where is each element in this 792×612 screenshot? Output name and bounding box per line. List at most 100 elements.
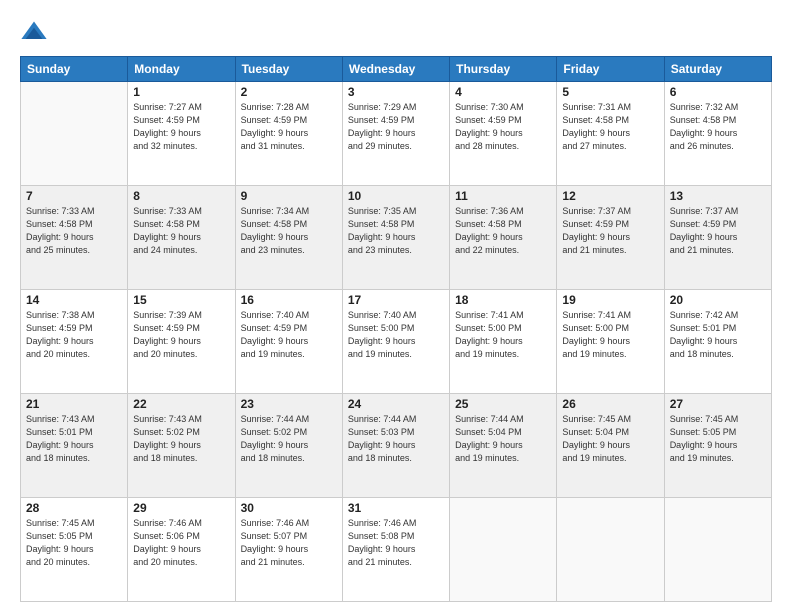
calendar-cell: 18 Sunrise: 7:41 AM Sunset: 5:00 PM Dayli… [450,290,557,394]
day-number: 27 [670,397,766,411]
calendar-cell: 5Sunrise: 7:31 AM Sunset: 4:58 PM Daylig… [557,82,664,186]
calendar-cell [450,498,557,602]
day-info: Sunrise: 7:35 AM Sunset: 4:58 PM Dayligh… [348,205,444,257]
header [20,18,772,46]
day-number: 2 [241,85,337,99]
day-number: 17 [348,293,444,307]
day-number: 8 [133,189,229,203]
day-info: Sunrise: 7:33 AM Sunset: 4:58 PM Dayligh… [26,205,122,257]
day-info: Sunrise: 7:43 AM Sunset: 5:02 PM Dayligh… [133,413,229,465]
page: SundayMondayTuesdayWednesdayThursdayFrid… [0,0,792,612]
calendar-cell: 2Sunrise: 7:28 AM Sunset: 4:59 PM Daylig… [235,82,342,186]
calendar-cell: 13 Sunrise: 7:37 AM Sunset: 4:59 PM Dayli… [664,186,771,290]
day-info: Sunrise: 7:41 AM Sunset: 5:00 PM Dayligh… [562,309,658,361]
calendar-cell: 31 Sunrise: 7:46 AM Sunset: 5:08 PM Dayli… [342,498,449,602]
day-number: 10 [348,189,444,203]
day-number: 11 [455,189,551,203]
day-info: Sunrise: 7:33 AM Sunset: 4:58 PM Dayligh… [133,205,229,257]
day-number: 14 [26,293,122,307]
day-number: 6 [670,85,766,99]
week-row-2: 7Sunrise: 7:33 AM Sunset: 4:58 PM Daylig… [21,186,772,290]
calendar-cell: 26 Sunrise: 7:45 AM Sunset: 5:04 PM Dayli… [557,394,664,498]
day-info: Sunrise: 7:45 AM Sunset: 5:04 PM Dayligh… [562,413,658,465]
day-number: 29 [133,501,229,515]
day-info: Sunrise: 7:44 AM Sunset: 5:03 PM Dayligh… [348,413,444,465]
day-number: 25 [455,397,551,411]
calendar-cell: 25 Sunrise: 7:44 AM Sunset: 5:04 PM Dayli… [450,394,557,498]
day-number: 13 [670,189,766,203]
calendar-table: SundayMondayTuesdayWednesdayThursdayFrid… [20,56,772,602]
day-number: 26 [562,397,658,411]
day-info: Sunrise: 7:43 AM Sunset: 5:01 PM Dayligh… [26,413,122,465]
week-row-5: 28 Sunrise: 7:45 AM Sunset: 5:05 PM Dayli… [21,498,772,602]
calendar-cell [21,82,128,186]
weekday-header-row: SundayMondayTuesdayWednesdayThursdayFrid… [21,57,772,82]
day-info: Sunrise: 7:45 AM Sunset: 5:05 PM Dayligh… [670,413,766,465]
weekday-header-thursday: Thursday [450,57,557,82]
calendar-cell [557,498,664,602]
calendar-cell: 19 Sunrise: 7:41 AM Sunset: 5:00 PM Dayli… [557,290,664,394]
calendar-cell: 27 Sunrise: 7:45 AM Sunset: 5:05 PM Dayli… [664,394,771,498]
day-number: 4 [455,85,551,99]
day-info: Sunrise: 7:34 AM Sunset: 4:58 PM Dayligh… [241,205,337,257]
calendar-cell: 3Sunrise: 7:29 AM Sunset: 4:59 PM Daylig… [342,82,449,186]
day-number: 30 [241,501,337,515]
logo-icon [20,18,48,46]
day-info: Sunrise: 7:30 AM Sunset: 4:59 PM Dayligh… [455,101,551,153]
day-info: Sunrise: 7:31 AM Sunset: 4:58 PM Dayligh… [562,101,658,153]
calendar-cell: 4 Sunrise: 7:30 AM Sunset: 4:59 PM Daylig… [450,82,557,186]
weekday-header-tuesday: Tuesday [235,57,342,82]
calendar-cell: 11 Sunrise: 7:36 AM Sunset: 4:58 PM Dayli… [450,186,557,290]
calendar-cell: 9 Sunrise: 7:34 AM Sunset: 4:58 PM Daylig… [235,186,342,290]
logo [20,18,50,46]
day-number: 21 [26,397,122,411]
day-info: Sunrise: 7:46 AM Sunset: 5:07 PM Dayligh… [241,517,337,569]
day-info: Sunrise: 7:44 AM Sunset: 5:02 PM Dayligh… [241,413,337,465]
calendar-cell: 14 Sunrise: 7:38 AM Sunset: 4:59 PM Dayli… [21,290,128,394]
day-info: Sunrise: 7:46 AM Sunset: 5:06 PM Dayligh… [133,517,229,569]
calendar-cell: 21 Sunrise: 7:43 AM Sunset: 5:01 PM Dayli… [21,394,128,498]
weekday-header-saturday: Saturday [664,57,771,82]
calendar-cell [664,498,771,602]
calendar-cell: 10 Sunrise: 7:35 AM Sunset: 4:58 PM Dayli… [342,186,449,290]
day-number: 9 [241,189,337,203]
day-info: Sunrise: 7:42 AM Sunset: 5:01 PM Dayligh… [670,309,766,361]
calendar-cell: 30 Sunrise: 7:46 AM Sunset: 5:07 PM Dayli… [235,498,342,602]
calendar-cell: 22Sunrise: 7:43 AM Sunset: 5:02 PM Dayli… [128,394,235,498]
day-info: Sunrise: 7:37 AM Sunset: 4:59 PM Dayligh… [562,205,658,257]
day-info: Sunrise: 7:46 AM Sunset: 5:08 PM Dayligh… [348,517,444,569]
day-number: 20 [670,293,766,307]
calendar-cell: 7Sunrise: 7:33 AM Sunset: 4:58 PM Daylig… [21,186,128,290]
day-number: 18 [455,293,551,307]
day-info: Sunrise: 7:39 AM Sunset: 4:59 PM Dayligh… [133,309,229,361]
weekday-header-monday: Monday [128,57,235,82]
day-number: 1 [133,85,229,99]
calendar-cell: 16 Sunrise: 7:40 AM Sunset: 4:59 PM Dayli… [235,290,342,394]
weekday-header-wednesday: Wednesday [342,57,449,82]
week-row-3: 14 Sunrise: 7:38 AM Sunset: 4:59 PM Dayli… [21,290,772,394]
day-number: 31 [348,501,444,515]
weekday-header-sunday: Sunday [21,57,128,82]
day-info: Sunrise: 7:36 AM Sunset: 4:58 PM Dayligh… [455,205,551,257]
day-number: 23 [241,397,337,411]
day-number: 15 [133,293,229,307]
day-info: Sunrise: 7:27 AM Sunset: 4:59 PM Dayligh… [133,101,229,153]
day-info: Sunrise: 7:44 AM Sunset: 5:04 PM Dayligh… [455,413,551,465]
calendar-cell: 24 Sunrise: 7:44 AM Sunset: 5:03 PM Dayli… [342,394,449,498]
day-number: 19 [562,293,658,307]
calendar-cell: 8 Sunrise: 7:33 AM Sunset: 4:58 PM Daylig… [128,186,235,290]
calendar-cell: 28 Sunrise: 7:45 AM Sunset: 5:05 PM Dayli… [21,498,128,602]
day-info: Sunrise: 7:32 AM Sunset: 4:58 PM Dayligh… [670,101,766,153]
day-info: Sunrise: 7:40 AM Sunset: 5:00 PM Dayligh… [348,309,444,361]
day-info: Sunrise: 7:37 AM Sunset: 4:59 PM Dayligh… [670,205,766,257]
day-number: 24 [348,397,444,411]
day-info: Sunrise: 7:40 AM Sunset: 4:59 PM Dayligh… [241,309,337,361]
calendar-cell: 29 Sunrise: 7:46 AM Sunset: 5:06 PM Dayli… [128,498,235,602]
day-number: 16 [241,293,337,307]
calendar-cell: 20 Sunrise: 7:42 AM Sunset: 5:01 PM Dayli… [664,290,771,394]
day-number: 3 [348,85,444,99]
day-number: 28 [26,501,122,515]
day-info: Sunrise: 7:45 AM Sunset: 5:05 PM Dayligh… [26,517,122,569]
day-info: Sunrise: 7:41 AM Sunset: 5:00 PM Dayligh… [455,309,551,361]
day-info: Sunrise: 7:38 AM Sunset: 4:59 PM Dayligh… [26,309,122,361]
